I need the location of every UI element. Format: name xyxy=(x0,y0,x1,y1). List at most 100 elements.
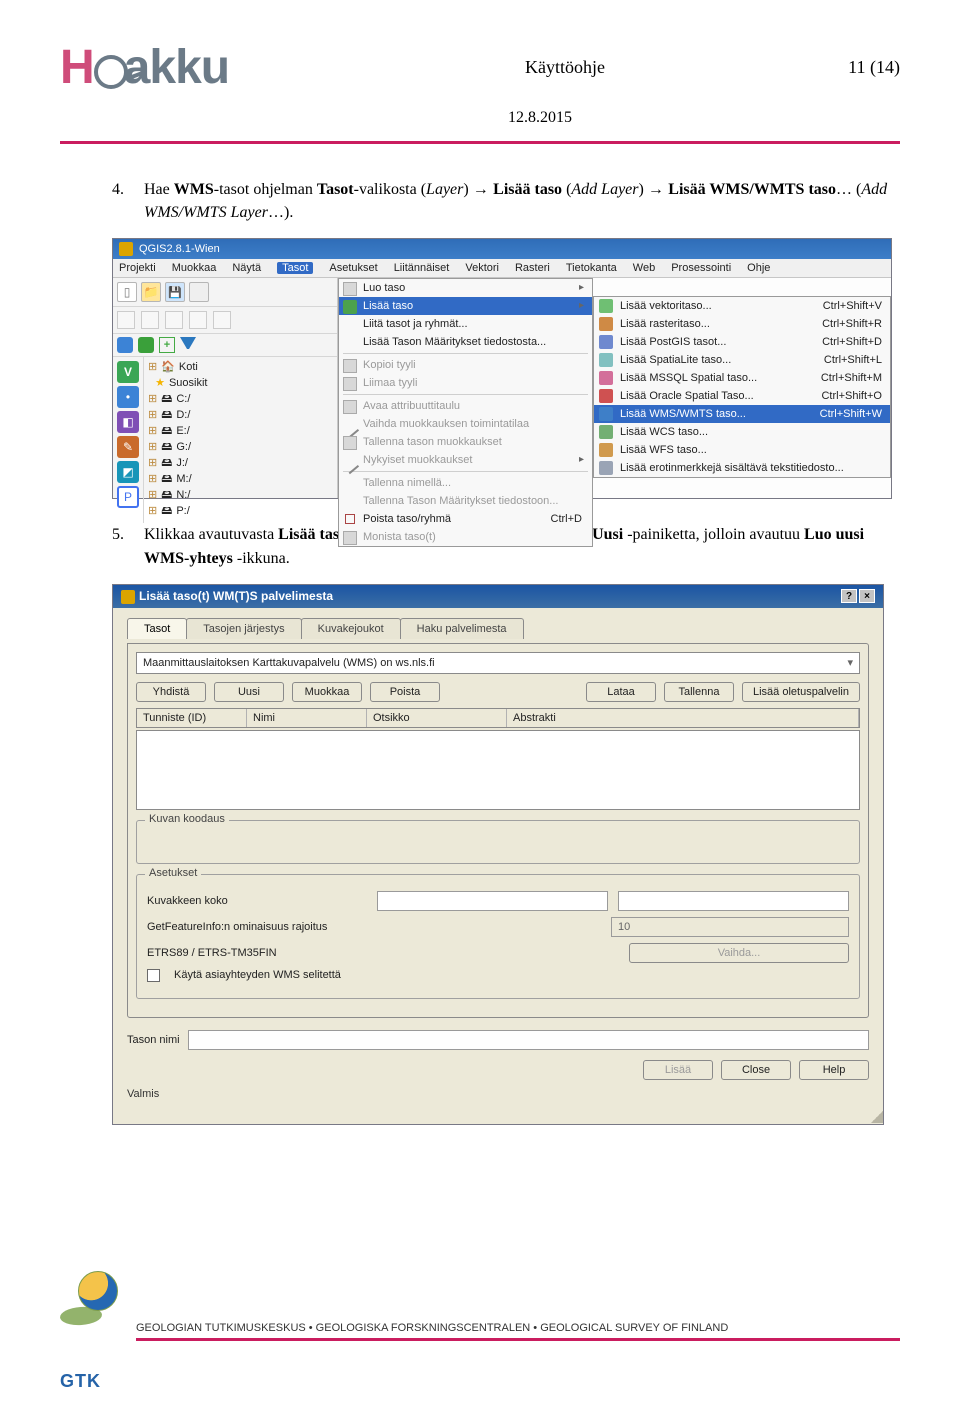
page-number: 11 (14) xyxy=(810,57,900,78)
add-wms-icon[interactable]: ◩ xyxy=(117,461,139,483)
tab-kuvakejoukot[interactable]: Kuvakejoukot xyxy=(301,618,401,639)
qgis-vertical-toolbar[interactable]: V • ◧ ✎ ◩ P xyxy=(113,357,144,522)
add-point-icon[interactable]: • xyxy=(117,386,139,408)
vaihda-button[interactable]: Vaihda... xyxy=(629,943,849,963)
add-vector-icon[interactable]: V xyxy=(117,361,139,383)
connection-combo[interactable]: Maanmittauslaitoksen Karttakuvapalvelu (… xyxy=(136,652,860,674)
save-project-icon[interactable] xyxy=(165,282,185,302)
lisaa-taso-submenu[interactable]: Lisää vektoritaso...Ctrl+Shift+V Lisää r… xyxy=(593,296,891,478)
yhdista-button[interactable]: Yhdistä xyxy=(136,682,206,702)
sm-wfs[interactable]: Lisää WFS taso... xyxy=(594,441,890,459)
layer-tool-2-icon[interactable] xyxy=(138,337,154,353)
sm-rasteritaso[interactable]: Lisää rasteritaso...Ctrl+Shift+R xyxy=(594,315,890,333)
menu-monista-taso: Monista taso(t) xyxy=(339,528,592,546)
sm-spatialite[interactable]: Lisää SpatiaLite taso...Ctrl+Shift+L xyxy=(594,351,890,369)
tool3-icon[interactable] xyxy=(189,311,207,329)
doc-date: 12.8.2015 xyxy=(180,109,900,127)
menu-vektori[interactable]: Vektori xyxy=(465,262,499,274)
layer-filter-icon[interactable] xyxy=(180,337,196,353)
tool-icon[interactable] xyxy=(141,311,159,329)
qgis-file-toolbar[interactable] xyxy=(113,278,337,307)
add-plugin-icon[interactable]: P xyxy=(117,486,139,508)
poista-button[interactable]: Poista xyxy=(370,682,440,702)
tason-nimi-input[interactable] xyxy=(188,1030,869,1050)
uusi-button[interactable]: Uusi xyxy=(214,682,284,702)
menu-avaa-attr: Avaa attribuuttitaulu xyxy=(339,397,592,415)
menu-liita-tasot[interactable]: Liitä tasot ja ryhmät... xyxy=(339,315,592,333)
label-kuvakkeen-koko: Kuvakkeen koko xyxy=(147,895,367,907)
sm-erotin[interactable]: Lisää erotinmerkkejä sisältävä tekstitie… xyxy=(594,459,890,477)
menu-tietokanta[interactable]: Tietokanta xyxy=(566,262,617,274)
pencil-icon[interactable] xyxy=(117,311,135,329)
open-project-icon[interactable] xyxy=(141,282,161,302)
lisaa-button[interactable]: Lisää xyxy=(643,1060,713,1080)
menu-poista-taso[interactable]: Poista taso/ryhmäCtrl+D xyxy=(339,510,592,528)
tasot-dropdown[interactable]: Luo taso Lisää taso Liitä tasot ja ryhmä… xyxy=(338,278,593,547)
dialog-status: Valmis xyxy=(127,1088,869,1100)
menu-web[interactable]: Web xyxy=(633,262,655,274)
menu-tasot[interactable]: Tasot xyxy=(277,262,313,274)
menu-tallenna-muokkaukset: Tallenna tason muokkaukset xyxy=(339,433,592,451)
tab-haku[interactable]: Haku palvelimesta xyxy=(400,618,524,639)
kuvake-input-2[interactable] xyxy=(618,891,849,911)
lataa-button[interactable]: Lataa xyxy=(586,682,656,702)
layer-tool-1-icon[interactable] xyxy=(117,337,133,353)
tab-tasot[interactable]: Tasot xyxy=(127,618,187,639)
close-button[interactable]: × xyxy=(859,589,875,603)
qgis-menubar[interactable]: Projekti Muokkaa Näytä Tasot Asetukset L… xyxy=(113,259,891,278)
muokkaa-button[interactable]: Muokkaa xyxy=(292,682,362,702)
dialog-titlebar: Lisää taso(t) WM(T)S palvelimesta ? × xyxy=(113,585,883,608)
menu-lisaa-taso[interactable]: Lisää taso xyxy=(339,297,592,315)
sm-vektoritaso[interactable]: Lisää vektoritaso...Ctrl+Shift+V xyxy=(594,297,890,315)
layer-add-icon[interactable]: + xyxy=(159,337,175,353)
group-kuvan-koodaus: Kuvan koodaus xyxy=(136,820,860,864)
menu-lisaa-maaritykset[interactable]: Lisää Tason Määritykset tiedostosta... xyxy=(339,333,592,351)
help-button[interactable]: ? xyxy=(841,589,857,603)
sm-mssql[interactable]: Lisää MSSQL Spatial taso...Ctrl+Shift+M xyxy=(594,369,890,387)
menu-kopioi-tyyli: Kopioi tyyli xyxy=(339,356,592,374)
menu-prosessointi[interactable]: Prosessointi xyxy=(671,262,731,274)
feature-limit-input[interactable] xyxy=(611,917,849,937)
qgis-browser-panel[interactable]: ⊞🏠Koti ★Suosikit ⊞🖴C:/ ⊞🖴D:/ ⊞🖴E:/ ⊞🖴G:/… xyxy=(144,357,337,522)
tab-jarjestys[interactable]: Tasojen järjestys xyxy=(186,618,301,639)
menu-luo-taso[interactable]: Luo taso xyxy=(339,279,592,297)
hakku-logo: Hakku xyxy=(60,40,320,95)
menu-asetukset[interactable]: Asetukset xyxy=(329,262,377,274)
qgis-icon xyxy=(119,242,133,256)
add-db-icon[interactable]: ◧ xyxy=(117,411,139,433)
kuvake-input[interactable] xyxy=(377,891,608,911)
layer-list[interactable] xyxy=(136,730,860,810)
sm-wms-wmts[interactable]: Lisää WMS/WMTS taso...Ctrl+Shift+W xyxy=(594,405,890,423)
label-feature-limit: GetFeatureInfo:n ominaisuus rajoitus xyxy=(147,921,367,933)
menu-tallenna-maaritykset: Tallenna Tason Määritykset tiedostoon... xyxy=(339,492,592,510)
sm-postgis[interactable]: Lisää PostGIS tasot...Ctrl+Shift+D xyxy=(594,333,890,351)
layer-list-header: Tunniste (ID) Nimi Otsikko Abstrakti xyxy=(136,708,860,728)
tool2-icon[interactable] xyxy=(165,311,183,329)
qgis-layers-toolbar[interactable]: + xyxy=(113,334,337,357)
gtk-logo xyxy=(60,1271,118,1329)
menu-liitannaiset[interactable]: Liitännäiset xyxy=(394,262,450,274)
menu-ohje[interactable]: Ohje xyxy=(747,262,770,274)
menu-projekti[interactable]: Projekti xyxy=(119,262,156,274)
oletuspalvelin-button[interactable]: Lisää oletuspalvelin xyxy=(742,682,860,702)
add-feather-icon[interactable]: ✎ xyxy=(117,436,139,458)
sm-wcs[interactable]: Lisää WCS taso... xyxy=(594,423,890,441)
qgis-edit-toolbar[interactable] xyxy=(113,307,337,334)
label-tason-nimi: Tason nimi xyxy=(127,1034,180,1046)
tool4-icon[interactable] xyxy=(213,311,231,329)
new-project-icon[interactable] xyxy=(117,282,137,302)
group-asetukset: Asetukset Kuvakkeen koko GetFeatureInfo:… xyxy=(136,874,860,999)
menu-rasteri[interactable]: Rasteri xyxy=(515,262,550,274)
tallenna-button[interactable]: Tallenna xyxy=(664,682,734,702)
help-dialog-button[interactable]: Help xyxy=(799,1060,869,1080)
menu-nayta[interactable]: Näytä xyxy=(232,262,261,274)
sm-oracle[interactable]: Lisää Oracle Spatial Taso...Ctrl+Shift+O xyxy=(594,387,890,405)
menu-muokkaa[interactable]: Muokkaa xyxy=(172,262,217,274)
close-dialog-button[interactable]: Close xyxy=(721,1060,791,1080)
wms-legend-checkbox[interactable] xyxy=(147,969,160,982)
resize-grip[interactable] xyxy=(113,1110,883,1124)
qgis-icon xyxy=(121,590,135,604)
dialog-tabs[interactable]: Tasot Tasojen järjestys Kuvakejoukot Hak… xyxy=(127,618,869,639)
footer-organisations: GEOLOGIAN TUTKIMUSKESKUS • GEOLOGISKA FO… xyxy=(136,1322,900,1341)
saveas-project-icon[interactable] xyxy=(189,282,209,302)
